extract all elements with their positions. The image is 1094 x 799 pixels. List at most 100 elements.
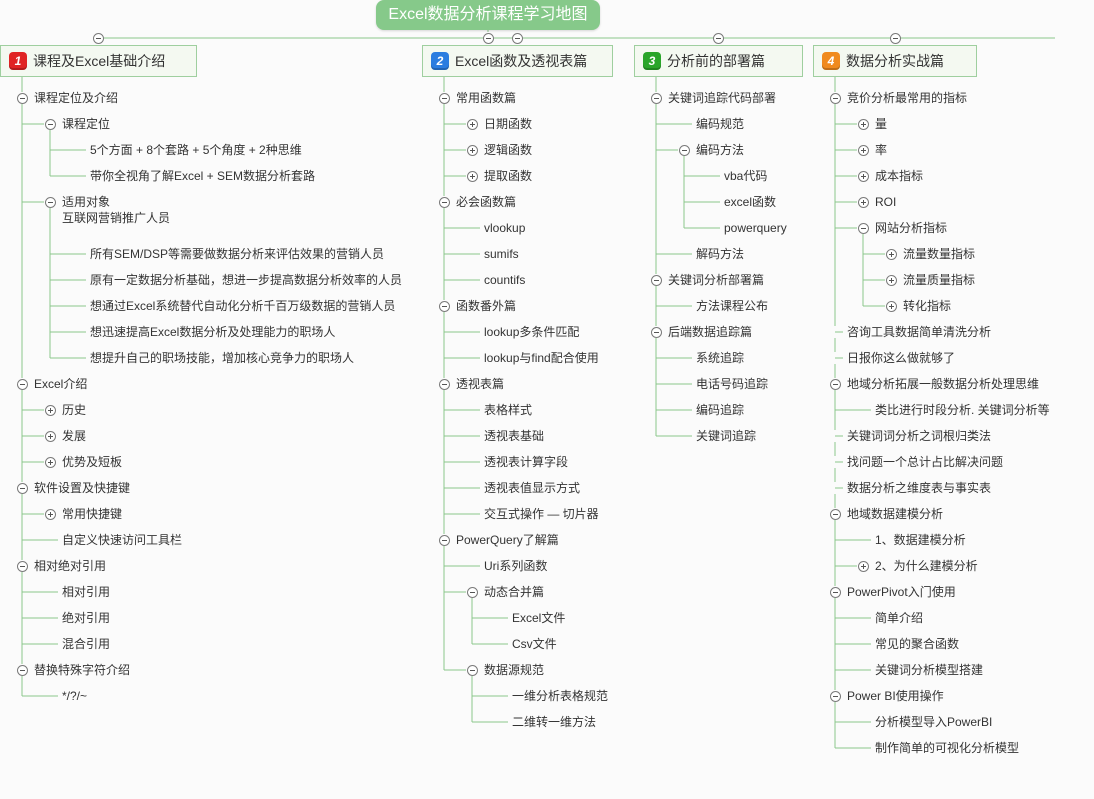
- collapse-icon[interactable]: [438, 534, 450, 546]
- topic-node[interactable]: 方法课程公布: [696, 298, 768, 314]
- topic-node[interactable]: ROI: [875, 194, 896, 210]
- expand-icon[interactable]: [44, 404, 56, 416]
- topic-node[interactable]: 编码规范: [696, 116, 744, 132]
- topic-node[interactable]: 透视表计算字段: [484, 454, 568, 470]
- topic-node[interactable]: 系统追踪: [696, 350, 744, 366]
- collapse-icon[interactable]: [438, 300, 450, 312]
- topic-node[interactable]: 透视表基础: [484, 428, 544, 444]
- topic-node[interactable]: 动态合并篇: [484, 584, 544, 600]
- topic-node[interactable]: sumifs: [484, 246, 519, 262]
- topic-node[interactable]: 逻辑函数: [484, 142, 532, 158]
- topic-node[interactable]: 透视表篇: [456, 376, 504, 392]
- topic-node[interactable]: 类比进行时段分析. 关键词分析等: [875, 402, 1050, 418]
- collapse-icon[interactable]: [438, 196, 450, 208]
- topic-node[interactable]: 简单介绍: [875, 610, 923, 626]
- collapse-icon[interactable]: [16, 560, 28, 572]
- branch-collapse-icon[interactable]: [512, 32, 523, 44]
- topic-node[interactable]: 带你全视角了解Excel + SEM数据分析套路: [90, 168, 315, 184]
- expand-icon[interactable]: [857, 196, 869, 208]
- topic-node[interactable]: 编码追踪: [696, 402, 744, 418]
- topic-node[interactable]: 关键词分析模型搭建: [875, 662, 983, 678]
- collapse-icon[interactable]: [650, 92, 662, 104]
- topic-node[interactable]: countifs: [484, 272, 525, 288]
- topic-node[interactable]: 关键词追踪: [696, 428, 756, 444]
- topic-node[interactable]: 日期函数: [484, 116, 532, 132]
- topic-node[interactable]: 交互式操作 — 切片器: [484, 506, 599, 522]
- topic-node[interactable]: lookup多条件匹配: [484, 324, 579, 340]
- topic-node[interactable]: vba代码: [724, 168, 767, 184]
- expand-icon[interactable]: [44, 456, 56, 468]
- topic-node[interactable]: Power BI使用操作: [847, 688, 944, 704]
- topic-node[interactable]: 自定义快速访问工具栏: [62, 532, 182, 548]
- topic-node[interactable]: PowerQuery了解篇: [456, 532, 559, 548]
- collapse-icon[interactable]: [466, 586, 478, 598]
- topic-node[interactable]: excel函数: [724, 194, 776, 210]
- branch-topic-3[interactable]: 3 分析前的部署篇: [634, 45, 803, 77]
- topic-node[interactable]: 相对绝对引用: [34, 558, 106, 574]
- collapse-icon[interactable]: [857, 222, 869, 234]
- expand-icon[interactable]: [466, 144, 478, 156]
- topic-node[interactable]: 表格样式: [484, 402, 532, 418]
- collapse-icon[interactable]: [16, 664, 28, 676]
- topic-node[interactable]: 提取函数: [484, 168, 532, 184]
- topic-node[interactable]: 想迅速提高Excel数据分析及处理能力的职场人: [90, 324, 335, 340]
- topic-node[interactable]: 适用对象 互联网营销推广人员: [62, 194, 170, 226]
- collapse-icon[interactable]: [438, 92, 450, 104]
- topic-node[interactable]: 原有一定数据分析基础，想进一步提高数据分析效率的人员: [90, 272, 402, 288]
- topic-node[interactable]: 成本指标: [875, 168, 923, 184]
- topic-node[interactable]: 2、为什么建模分析: [875, 558, 978, 574]
- topic-node[interactable]: 量: [875, 116, 887, 132]
- topic-node[interactable]: 想通过Excel系统替代自动化分析千百万级数据的营销人员: [90, 298, 395, 314]
- branch-collapse-icon[interactable]: [889, 32, 901, 44]
- topic-node[interactable]: 关键词追踪代码部署: [668, 90, 776, 106]
- collapse-icon[interactable]: [44, 196, 56, 208]
- topic-node[interactable]: Excel文件: [512, 610, 565, 626]
- topic-node[interactable]: 流量数量指标: [903, 246, 975, 262]
- topic-node[interactable]: 解码方法: [696, 246, 744, 262]
- collapse-icon[interactable]: [678, 144, 690, 156]
- topic-node[interactable]: 编码方法: [696, 142, 744, 158]
- expand-icon[interactable]: [857, 560, 869, 572]
- expand-icon[interactable]: [44, 508, 56, 520]
- topic-node[interactable]: Excel介绍: [34, 376, 87, 392]
- topic-node[interactable]: 所有SEM/DSP等需要做数据分析来评估效果的营销人员: [90, 246, 384, 262]
- topic-node[interactable]: 优势及短板: [62, 454, 122, 470]
- topic-node[interactable]: 咨询工具数据简单清洗分析: [847, 324, 991, 340]
- topic-node[interactable]: 网站分析指标: [875, 220, 947, 236]
- topic-node[interactable]: powerquery: [724, 220, 787, 236]
- topic-node[interactable]: 透视表值显示方式: [484, 480, 580, 496]
- expand-icon[interactable]: [466, 118, 478, 130]
- topic-node[interactable]: 分析模型导入PowerBI: [875, 714, 992, 730]
- topic-node[interactable]: Uri系列函数: [484, 558, 547, 574]
- topic-node[interactable]: 函数番外篇: [456, 298, 516, 314]
- expand-icon[interactable]: [885, 274, 897, 286]
- collapse-icon[interactable]: [829, 508, 841, 520]
- topic-node[interactable]: 相对引用: [62, 584, 110, 600]
- topic-node[interactable]: 流量质量指标: [903, 272, 975, 288]
- topic-node[interactable]: 想提升自己的职场技能，增加核心竞争力的职场人: [90, 350, 354, 366]
- topic-node[interactable]: 常用函数篇: [456, 90, 516, 106]
- collapse-icon[interactable]: [829, 586, 841, 598]
- topic-node[interactable]: 5个方面 + 8个套路 + 5个角度 + 2种思维: [90, 142, 302, 158]
- topic-node[interactable]: 历史: [62, 402, 86, 418]
- topic-node[interactable]: 关键词分析部署篇: [668, 272, 764, 288]
- branch-collapse-icon[interactable]: [713, 32, 724, 44]
- topic-node[interactable]: 常用快捷键: [62, 506, 122, 522]
- branch-topic-4[interactable]: 4 数据分析实战篇: [813, 45, 977, 77]
- topic-node[interactable]: 软件设置及快捷键: [34, 480, 130, 496]
- topic-node[interactable]: 课程定位: [62, 116, 110, 132]
- expand-icon[interactable]: [857, 144, 869, 156]
- branch-topic-2[interactable]: 2 Excel函数及透视表篇: [422, 45, 613, 77]
- topic-node[interactable]: 日报你这么做就够了: [847, 350, 955, 366]
- topic-node[interactable]: 数据源规范: [484, 662, 544, 678]
- collapse-icon[interactable]: [466, 664, 478, 676]
- collapse-icon[interactable]: [829, 690, 841, 702]
- topic-node[interactable]: 二维转一维方法: [512, 714, 596, 730]
- expand-icon[interactable]: [885, 300, 897, 312]
- topic-node[interactable]: lookup与find配合使用: [484, 350, 599, 366]
- branch-topic-1[interactable]: 1 课程及Excel基础介绍: [0, 45, 197, 77]
- collapse-icon[interactable]: [44, 118, 56, 130]
- topic-node[interactable]: 发展: [62, 428, 86, 444]
- topic-node[interactable]: */?/~: [62, 688, 87, 704]
- expand-icon[interactable]: [885, 248, 897, 260]
